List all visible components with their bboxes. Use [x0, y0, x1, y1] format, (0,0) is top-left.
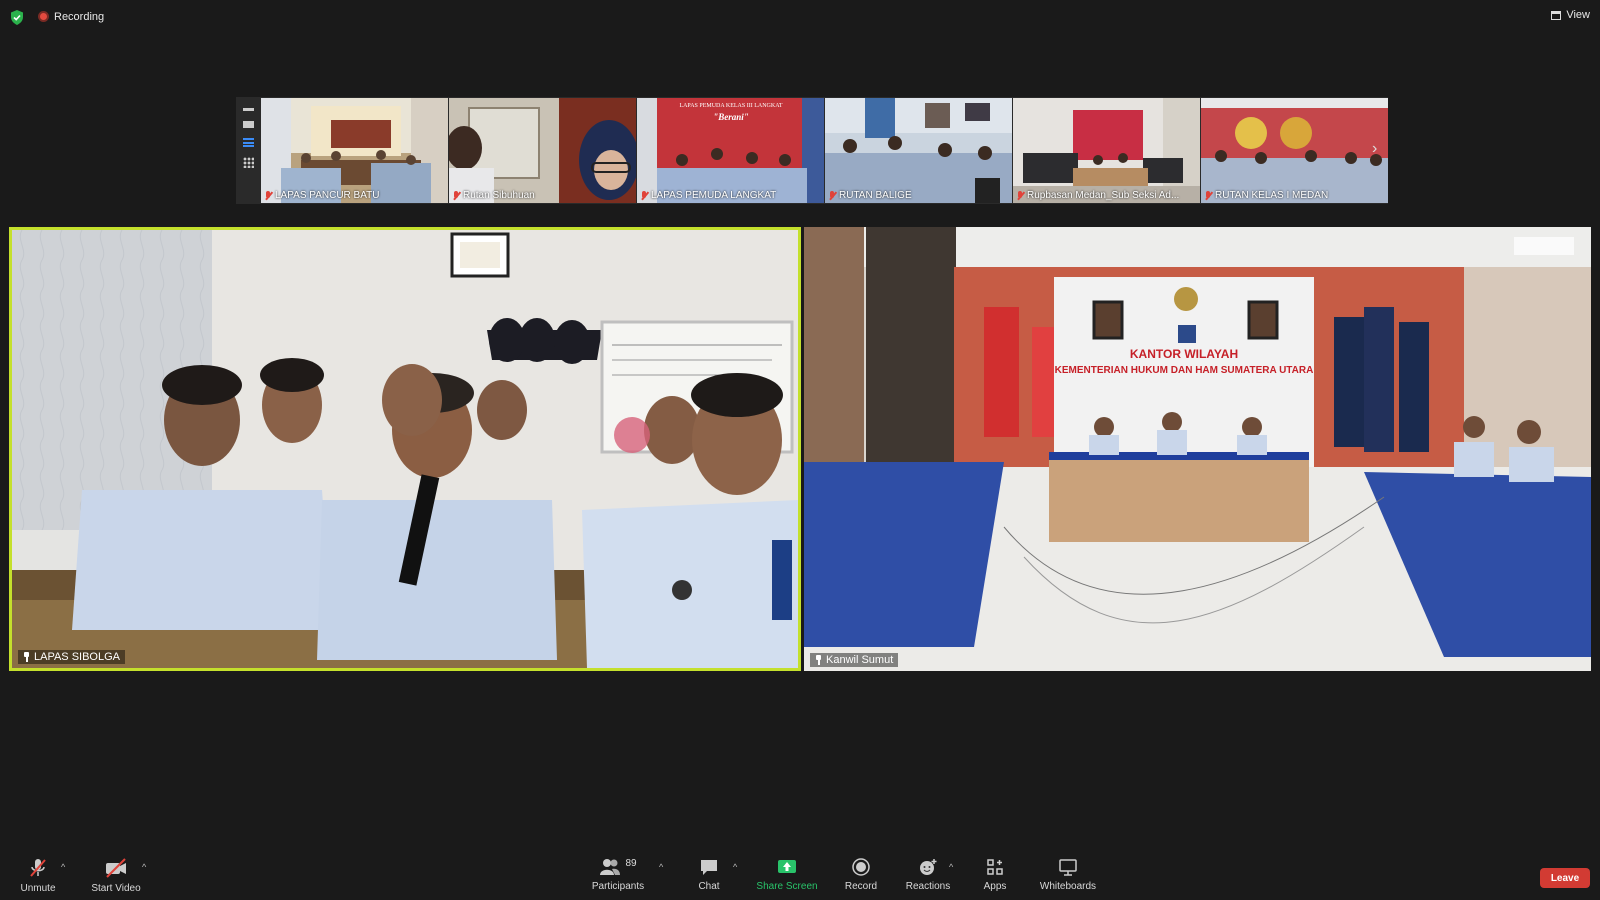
participant-thumbnail[interactable]: Rupbasan Medan_Sub Seksi Ad...	[1013, 98, 1200, 203]
share-screen-label: Share Screen	[756, 881, 818, 892]
whiteboards-label: Whiteboards	[1039, 881, 1097, 892]
view-label: View	[1566, 9, 1590, 21]
participant-name: Rupbasan Medan_Sub Seksi Ad...	[1027, 190, 1180, 201]
recording-icon[interactable]	[38, 11, 49, 22]
view-button[interactable]: View	[1551, 9, 1590, 21]
record-button[interactable]: Record	[841, 846, 881, 900]
apps-icon	[987, 859, 1003, 875]
shield-icon[interactable]	[10, 10, 24, 25]
record-label: Record	[844, 881, 878, 892]
reactions-label: Reactions	[905, 881, 951, 892]
recording-label[interactable]: Recording	[54, 11, 104, 23]
thumb-banner-text: LAPAS PEMUDA KELAS III LANGKAT	[679, 103, 783, 109]
muted-mic-icon	[1016, 190, 1024, 201]
share-screen-button[interactable]: Share Screen	[755, 846, 819, 900]
audio-options-caret-icon[interactable]: ^	[61, 862, 65, 872]
participant-thumbnail[interactable]: RUTAN KELAS I MEDAN	[1201, 98, 1388, 203]
participant-name: LAPAS PANCUR BATU	[275, 190, 380, 201]
pin-icon	[23, 652, 30, 662]
participant-name: LAPAS SIBOLGA	[34, 651, 121, 663]
reactions-options-caret-icon[interactable]: ^	[949, 862, 953, 872]
meeting-toolbar: Unmute ^ Start Video ^ 89 Participants ^…	[0, 846, 1600, 900]
chat-options-caret-icon[interactable]: ^	[733, 862, 737, 872]
whiteboard-icon	[1059, 859, 1077, 876]
muted-mic-icon	[828, 190, 836, 201]
participants-label: Participants	[591, 881, 645, 892]
thumb-banner-subtext: "Berani"	[713, 112, 749, 122]
strip-view-controls	[236, 97, 260, 204]
participants-button[interactable]: 89 Participants	[590, 846, 646, 900]
chat-label: Chat	[698, 881, 720, 892]
unmute-label: Unmute	[20, 883, 56, 894]
banner-line-2: KEMENTERIAN HUKUM DAN HAM SUMATERA UTARA	[1054, 365, 1314, 376]
participants-icon	[600, 859, 621, 875]
microphone-muted-icon	[30, 859, 46, 877]
hide-video-icon[interactable]	[242, 121, 254, 128]
start-video-label: Start Video	[91, 883, 141, 894]
participant-name: Kanwil Sumut	[826, 654, 894, 666]
unmute-button[interactable]: Unmute	[18, 846, 58, 900]
participant-name: RUTAN BALIGE	[839, 190, 912, 201]
participant-video	[12, 230, 798, 668]
minimize-strip-icon[interactable]	[242, 108, 254, 111]
thumbnail-list: LAPAS PANCUR BATU Rutan Sibuhuan LAPAS P…	[261, 98, 1388, 203]
leave-button[interactable]: Leave	[1540, 868, 1590, 888]
participant-name: RUTAN KELAS I MEDAN	[1215, 190, 1329, 201]
video-options-caret-icon[interactable]: ^	[142, 862, 146, 872]
participant-thumbnail[interactable]: Rutan Sibuhuan	[449, 98, 636, 203]
reactions-button[interactable]: Reactions	[904, 846, 952, 900]
share-screen-icon	[778, 860, 796, 873]
apps-button[interactable]: Apps	[980, 846, 1010, 900]
video-tile[interactable]: KANTOR WILAYAH KEMENTERIAN HUKUM DAN HAM…	[804, 227, 1591, 671]
muted-mic-icon	[264, 190, 272, 201]
gallery-view-icon[interactable]	[242, 157, 254, 168]
participant-name: Rutan Sibuhuan	[463, 190, 535, 201]
participants-count: 89	[625, 858, 637, 869]
participants-options-caret-icon[interactable]: ^	[659, 862, 663, 872]
grid-view-icon	[1551, 10, 1562, 20]
record-icon	[852, 858, 870, 876]
apps-label: Apps	[983, 881, 1007, 892]
strip-next-arrow-icon[interactable]: ›	[1372, 140, 1377, 158]
top-bar: Recording View	[0, 0, 1600, 34]
muted-mic-icon	[452, 190, 460, 201]
banner-line-1: KANTOR WILAYAH	[1129, 347, 1239, 361]
strip-view-icon[interactable]	[242, 138, 254, 147]
participant-thumbnail[interactable]: RUTAN BALIGE	[825, 98, 1012, 203]
start-video-button[interactable]: Start Video	[88, 846, 144, 900]
pin-icon	[815, 655, 822, 665]
reactions-icon	[920, 859, 937, 875]
camera-off-icon	[106, 858, 126, 878]
participant-thumbnail[interactable]: LAPAS PEMUDA KELAS III LANGKAT "Berani" …	[637, 98, 824, 203]
muted-mic-icon	[640, 190, 648, 201]
chat-button[interactable]: Chat	[690, 846, 728, 900]
participant-thumbnail[interactable]: LAPAS PANCUR BATU	[261, 98, 448, 203]
chat-icon	[701, 860, 717, 875]
participant-video	[804, 227, 1591, 671]
whiteboards-button[interactable]: Whiteboards	[1038, 846, 1098, 900]
participant-name: LAPAS PEMUDA LANGKAT	[651, 190, 777, 201]
video-tile-active-speaker[interactable]: LAPAS SIBOLGA	[9, 227, 801, 671]
muted-mic-icon	[1204, 190, 1212, 201]
